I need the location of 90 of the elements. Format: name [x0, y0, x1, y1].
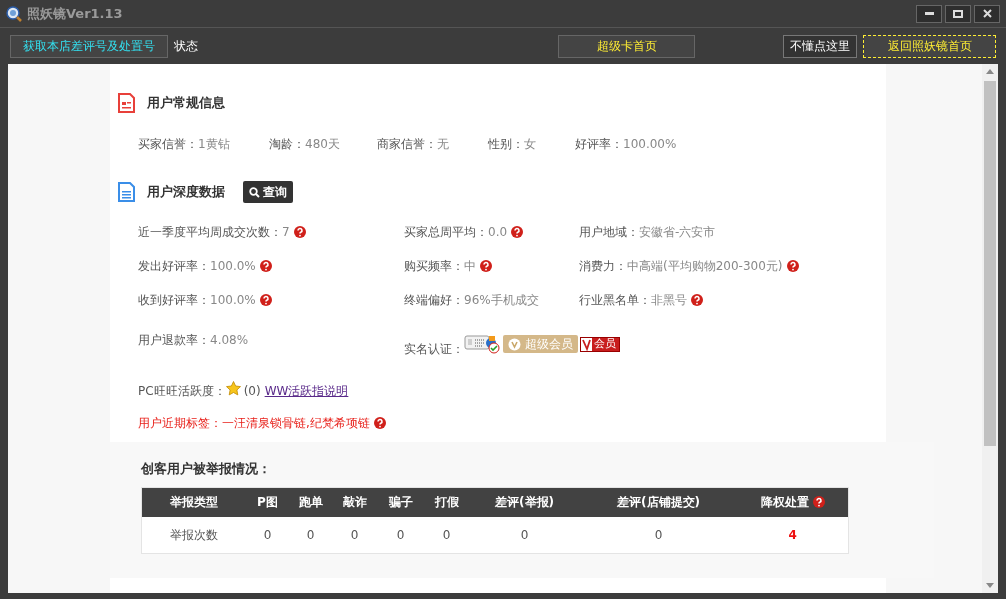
field-value: 100.00% [623, 136, 677, 153]
search-icon [249, 186, 260, 198]
column-header: 骗子 [388, 494, 413, 512]
scrollbar-thumb[interactable] [984, 81, 996, 446]
table-cell: 0 [442, 527, 451, 542]
id-card-icon [464, 334, 500, 354]
activity-help-link[interactable]: WW活跃指说明 [264, 382, 349, 400]
table-cell: 0 [396, 527, 405, 542]
table-cell: 0 [350, 527, 359, 542]
activity-count: (0) [243, 383, 261, 400]
field-value: 非黑号 [651, 292, 687, 309]
help-icon[interactable] [812, 496, 825, 509]
table-cell: 0 [263, 527, 272, 542]
table-cell: 4 [788, 527, 797, 542]
column-header: 差评(店铺提交) [617, 494, 700, 512]
field-label: 商家信誉： [377, 136, 437, 153]
field-value: 无 [437, 136, 449, 153]
field-label: 购买频率： [404, 258, 464, 275]
app-icon [6, 5, 22, 22]
field-label: 近一季度平均周成交次数： [138, 224, 282, 241]
column-header: 举报类型 [169, 494, 218, 512]
minimize-icon [924, 12, 934, 15]
help-icon[interactable] [691, 294, 703, 306]
close-icon [982, 9, 992, 18]
help-button[interactable]: 不懂点这里 [783, 34, 857, 58]
field-value: 7 [282, 224, 290, 241]
fetch-button[interactable]: 获取本店差评号及处置号 [10, 34, 168, 58]
report-title: 创客用户被举报情况： [141, 460, 272, 478]
field-value: 4.08% [210, 332, 249, 349]
field-value: 中 [464, 258, 476, 275]
help-icon[interactable] [259, 260, 272, 272]
member-badge: 会员 [580, 336, 620, 352]
table-cell: 0 [654, 527, 663, 542]
column-header: 打假 [434, 494, 459, 512]
query-button[interactable]: 查询 [243, 181, 293, 203]
field-value: 安徽省-六安市 [639, 224, 716, 241]
vip-badge: 超级会员 [503, 335, 578, 353]
field-label: 淘龄： [269, 136, 305, 153]
section-title: 用户常规信息 [147, 94, 225, 113]
super-card-button[interactable]: 超级卡首页 [558, 34, 695, 58]
scrollbar[interactable] [982, 64, 998, 593]
field-value: 0.0 [488, 224, 508, 241]
field-label: 发出好评率： [138, 258, 210, 275]
help-icon[interactable] [786, 260, 799, 272]
field-label: 好评率： [575, 136, 623, 153]
document-icon [118, 93, 135, 113]
field-label: 买家总周平均： [404, 224, 488, 241]
field-label: 消费力： [579, 258, 627, 275]
home-button[interactable]: 返回照妖镜首页 [863, 34, 996, 58]
field-label: 用户退款率： [138, 332, 210, 349]
column-header: 敲诈 [342, 494, 367, 512]
column-header: 差评(举报) [495, 494, 554, 512]
column-header: 降权处置 [760, 494, 809, 512]
field-value: 96%手机成交 [464, 292, 539, 309]
field-label: 收到好评率： [138, 292, 210, 309]
minimize-button[interactable] [916, 4, 942, 23]
field-label: 行业黑名单： [579, 292, 651, 309]
maximize-icon [953, 9, 963, 18]
help-icon[interactable] [511, 226, 524, 238]
field-value: 中高端(平均购物200-300元) [627, 258, 783, 275]
table-cell: 0 [306, 527, 315, 542]
document-icon [118, 182, 135, 202]
field-label: 用户地域： [579, 224, 639, 241]
maximize-button[interactable] [945, 4, 971, 23]
help-icon[interactable] [259, 294, 272, 306]
table-cell: 0 [520, 527, 529, 542]
section-title: 用户深度数据 [147, 183, 225, 202]
user-tags: 用户近期标签：一汪清泉锁骨链,纪梵希项链 [138, 414, 370, 432]
field-label: 终端偏好： [404, 292, 464, 309]
star-icon [225, 381, 241, 396]
field-value: 女 [524, 136, 536, 153]
help-icon[interactable] [373, 417, 386, 429]
field-label: 性别： [488, 136, 524, 153]
field-value: 480天 [305, 136, 340, 153]
scroll-up-icon [986, 69, 994, 74]
field-label: PC旺旺活跃度： [138, 383, 226, 400]
scroll-down-icon [986, 583, 994, 588]
close-button[interactable] [974, 4, 1000, 23]
column-header: P图 [257, 494, 278, 512]
field-value: 100.0% [210, 292, 256, 309]
column-header: 跑单 [298, 494, 323, 512]
field-label: 买家信誉： [138, 136, 198, 153]
help-icon[interactable] [480, 260, 492, 272]
help-icon[interactable] [293, 226, 306, 238]
field-label: 实名认证： [404, 341, 464, 358]
field-value: 1黄钻 [198, 136, 230, 153]
window-title: 照妖镜Ver1.13 [27, 4, 123, 23]
status-label: 状态 [174, 38, 198, 55]
table-cell: 举报次数 [169, 527, 218, 542]
field-value: 100.0% [210, 258, 256, 275]
